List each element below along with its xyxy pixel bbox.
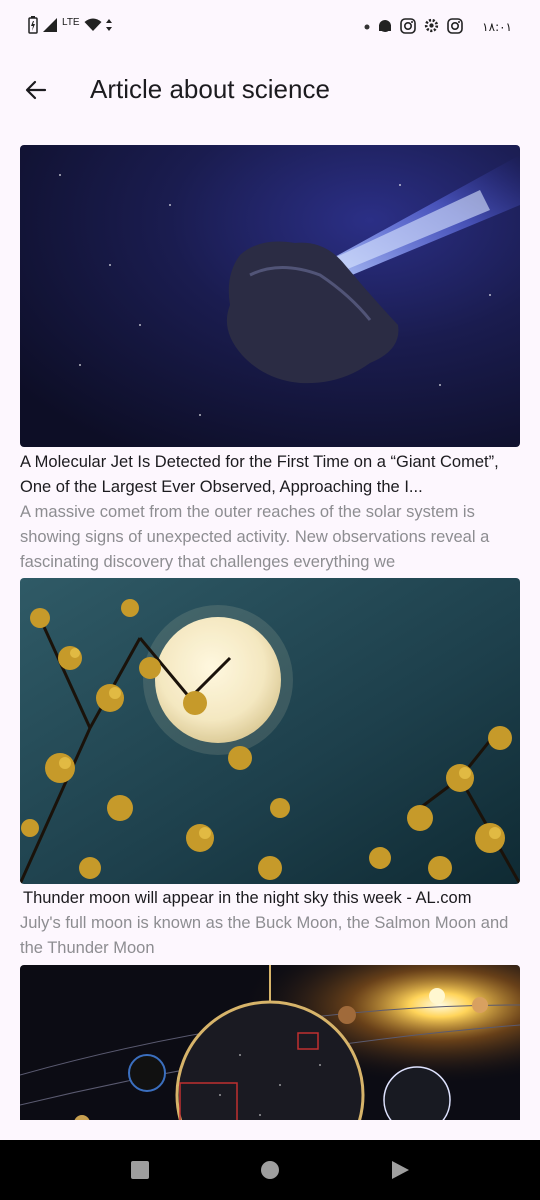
system-nav-bar	[0, 1140, 540, 1200]
arrow-left-icon	[25, 80, 47, 100]
instagram-icon	[447, 17, 463, 37]
status-bar: LTE ١٨:٠١	[0, 0, 540, 52]
page-title: Article about science	[90, 74, 330, 104]
article-list[interactable]: A Molecular Jet Is Detected for the Firs…	[20, 145, 520, 1120]
article-card[interactable]: A Molecular Jet Is Detected for the Firs…	[20, 145, 520, 575]
article-headline: A Molecular Jet Is Detected for the Firs…	[20, 453, 499, 496]
article-card[interactable]: Thunder moon will appear in the night sk…	[20, 578, 520, 961]
status-left: LTE	[28, 16, 112, 37]
battery-icon	[28, 16, 38, 37]
settings-icon	[423, 17, 440, 37]
article-image-solar-system	[20, 965, 520, 1120]
app-bar: Article about science	[0, 60, 540, 120]
circle-icon	[261, 1161, 279, 1179]
system-back-button[interactable]	[388, 1158, 412, 1182]
clock: ١٨:٠١	[482, 20, 512, 34]
article-description: July's full moon is known as the Buck Mo…	[20, 914, 509, 957]
square-icon	[131, 1161, 149, 1179]
signal-icon	[42, 17, 58, 36]
network-type: LTE	[62, 17, 80, 28]
article-card[interactable]	[20, 965, 520, 1120]
article-image-comet	[20, 145, 520, 447]
data-arrows-icon	[105, 19, 112, 34]
recents-button[interactable]	[128, 1158, 152, 1182]
triangle-icon	[392, 1161, 409, 1179]
instagram-icon	[400, 17, 416, 37]
article-headline: Thunder moon will appear in the night sk…	[23, 889, 472, 907]
android-icon	[377, 18, 393, 37]
article-image-moon	[20, 578, 520, 884]
back-button[interactable]	[18, 72, 54, 108]
status-right: ١٨:٠١	[364, 17, 512, 37]
article-description: A massive comet from the outer reaches o…	[20, 503, 490, 571]
wifi-icon	[84, 18, 102, 35]
home-button[interactable]	[258, 1158, 282, 1182]
dot-icon	[364, 21, 370, 33]
